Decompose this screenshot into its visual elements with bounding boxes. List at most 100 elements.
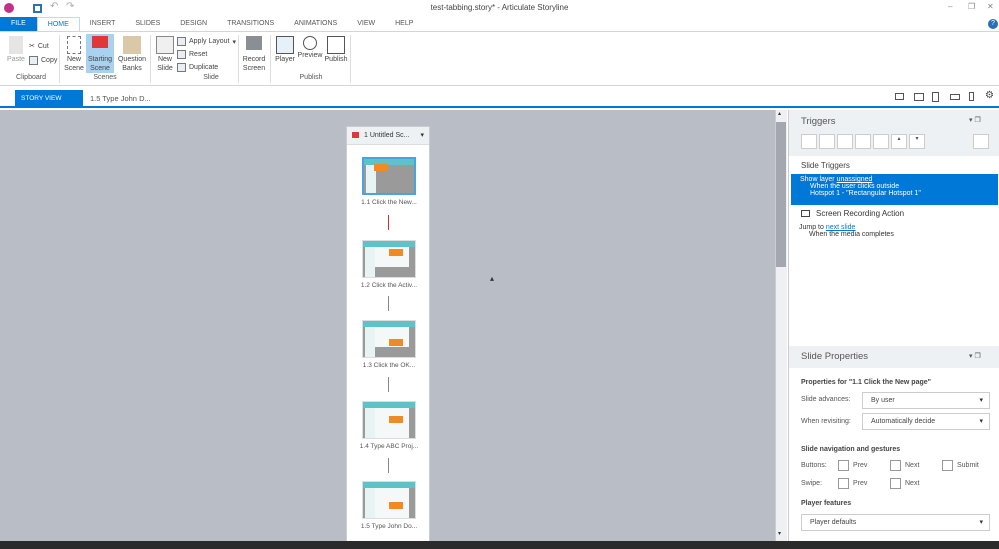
- tab-insert[interactable]: INSERT: [80, 17, 126, 31]
- story-view-tab[interactable]: STORY VIEW: [15, 90, 83, 108]
- cut-button[interactable]: ✂ Cut: [29, 42, 49, 51]
- close-icon[interactable]: ✕: [987, 2, 994, 11]
- reset-label: Reset: [189, 51, 208, 58]
- duplicate-button[interactable]: Duplicate: [177, 63, 218, 72]
- scrollbar-thumb[interactable]: [776, 122, 786, 267]
- trigger-item-selected[interactable]: Show layer unassigned When the user clic…: [791, 174, 998, 205]
- paste-trigger-button[interactable]: [855, 134, 871, 149]
- phone-portrait-icon[interactable]: [969, 92, 974, 101]
- swipe-prev-checkbox[interactable]: [838, 478, 849, 489]
- tab-slides[interactable]: SLIDES: [125, 17, 170, 31]
- tab-design[interactable]: DESIGN: [170, 17, 217, 31]
- edit-trigger-button[interactable]: [819, 134, 835, 149]
- move-down-button[interactable]: ▾: [909, 134, 925, 149]
- slide-item[interactable]: 1.4 Type ABC Proj...: [347, 401, 431, 450]
- next-button-checkbox[interactable]: [890, 460, 901, 471]
- swipe-label: Swipe:: [801, 480, 823, 487]
- delete-trigger-button[interactable]: [873, 134, 889, 149]
- tab-file[interactable]: FILE: [0, 17, 37, 31]
- trigger-object: Hotspot 1 - "Rectangular Hotspot 1": [810, 190, 921, 197]
- record-screen-button[interactable]: Record Screen: [241, 36, 267, 73]
- divider: [350, 35, 351, 83]
- preview-button[interactable]: Preview: [297, 36, 323, 60]
- slide-thumbnail[interactable]: [362, 481, 416, 519]
- copy-trigger-button[interactable]: [837, 134, 853, 149]
- swipe-next-label: Next: [905, 480, 920, 487]
- slide-thumbnail[interactable]: [362, 320, 416, 358]
- tab-animations[interactable]: ANIMATIONS: [284, 17, 347, 31]
- slide-thumbnail[interactable]: [362, 157, 416, 195]
- scroll-up-icon[interactable]: ▴: [778, 110, 781, 117]
- new-scene-button[interactable]: New Scene: [62, 36, 86, 73]
- paste-icon: [9, 36, 23, 54]
- scene-panel: 1 Untitled Sc... ▾ 1.1 Click the New... …: [346, 126, 430, 546]
- chevron-down-icon[interactable]: ▾: [420, 127, 424, 145]
- slide-item[interactable]: 1.1 Click the New...: [347, 157, 431, 206]
- player-label: Player: [275, 56, 295, 63]
- scroll-down-icon[interactable]: ▾: [778, 530, 781, 537]
- slide-item[interactable]: 1.5 Type John Do...: [347, 481, 431, 530]
- divider: [238, 35, 239, 83]
- scene-header[interactable]: 1 Untitled Sc... ▾: [347, 127, 429, 145]
- slide-item[interactable]: 1.2 Click the Activ...: [347, 240, 431, 289]
- publish-button[interactable]: Publish: [324, 36, 348, 64]
- minimize-icon[interactable]: –: [948, 2, 952, 11]
- new-trigger-button[interactable]: [801, 134, 817, 149]
- reset-button[interactable]: Reset: [177, 50, 207, 59]
- tablet-landscape-icon[interactable]: [914, 93, 924, 101]
- reset-icon: [177, 50, 186, 59]
- divider: [270, 35, 271, 83]
- new-slide-button[interactable]: New Slide: [153, 36, 177, 73]
- slide-tab[interactable]: 1.5 Type John D...: [90, 90, 151, 108]
- gear-icon[interactable]: ⚙: [985, 90, 994, 101]
- view-bar: STORY VIEW 1.5 Type John D... ⚙: [0, 88, 999, 108]
- tab-help[interactable]: HELP: [385, 17, 423, 31]
- panel-options-icon[interactable]: ▾ ❐: [969, 346, 981, 368]
- tab-view[interactable]: VIEW: [347, 17, 385, 31]
- buttons-label: Buttons:: [801, 462, 827, 469]
- arrow-icon: [388, 458, 389, 473]
- restore-icon[interactable]: ❐: [968, 2, 975, 11]
- swipe-next-checkbox[interactable]: [890, 478, 901, 489]
- copy-label: Copy: [41, 57, 58, 64]
- trigger-action: Jump to: [799, 224, 824, 231]
- player-button[interactable]: Player: [274, 36, 296, 64]
- apply-layout-button[interactable]: Apply Layout ▾: [177, 37, 236, 46]
- help-icon[interactable]: ?: [988, 19, 998, 29]
- slide-thumbnail[interactable]: [362, 240, 416, 278]
- starting-scene-button[interactable]: Starting Scene: [86, 34, 114, 73]
- question-banks-button[interactable]: Question Banks: [116, 36, 148, 73]
- player-features-select[interactable]: Player defaults: [801, 514, 990, 531]
- paste-button[interactable]: Paste: [5, 36, 27, 64]
- mouse-cursor-icon: ▴: [490, 274, 495, 283]
- desktop-preview-icon[interactable]: [895, 93, 904, 100]
- variables-button[interactable]: [973, 134, 989, 149]
- scene-title: 1 Untitled Sc...: [364, 132, 410, 139]
- submit-button-checkbox[interactable]: [942, 460, 953, 471]
- ribbon-tabs: FILE HOME INSERT SLIDES DESIGN TRANSITIO…: [0, 17, 999, 31]
- player-icon: [276, 36, 294, 54]
- move-up-button[interactable]: ▴: [891, 134, 907, 149]
- trigger-item[interactable]: Jump to next slide When the media comple…: [799, 224, 894, 238]
- slide-group-label: Slide: [203, 74, 219, 81]
- tablet-portrait-icon[interactable]: [932, 92, 939, 102]
- tab-transitions[interactable]: TRANSITIONS: [217, 17, 284, 31]
- phone-landscape-icon[interactable]: [950, 94, 960, 100]
- panel-options-icon[interactable]: ▾ ❐: [969, 116, 981, 124]
- slide-label: 1.3 Click the OK...: [362, 362, 416, 369]
- copy-button[interactable]: Copy: [29, 56, 57, 65]
- paste-label: Paste: [7, 56, 25, 63]
- when-revisiting-select[interactable]: Automatically decide: [862, 413, 990, 430]
- layer-link[interactable]: unassigned: [837, 176, 873, 183]
- trigger-when: When the user clicks outside: [810, 183, 900, 190]
- slide-thumbnail[interactable]: [362, 401, 416, 439]
- new-scene-label: New Scene: [64, 56, 84, 72]
- trigger-when: When the media completes: [809, 231, 894, 238]
- swipe-prev-label: Prev: [853, 480, 868, 487]
- slide-advances-select[interactable]: By user: [862, 392, 990, 409]
- prev-button-checkbox[interactable]: [838, 460, 849, 471]
- tab-home[interactable]: HOME: [36, 17, 80, 31]
- slide-label: 1.1 Click the New...: [361, 199, 417, 206]
- next-slide-link[interactable]: next slide: [826, 224, 856, 231]
- slide-item[interactable]: 1.3 Click the OK...: [347, 320, 431, 369]
